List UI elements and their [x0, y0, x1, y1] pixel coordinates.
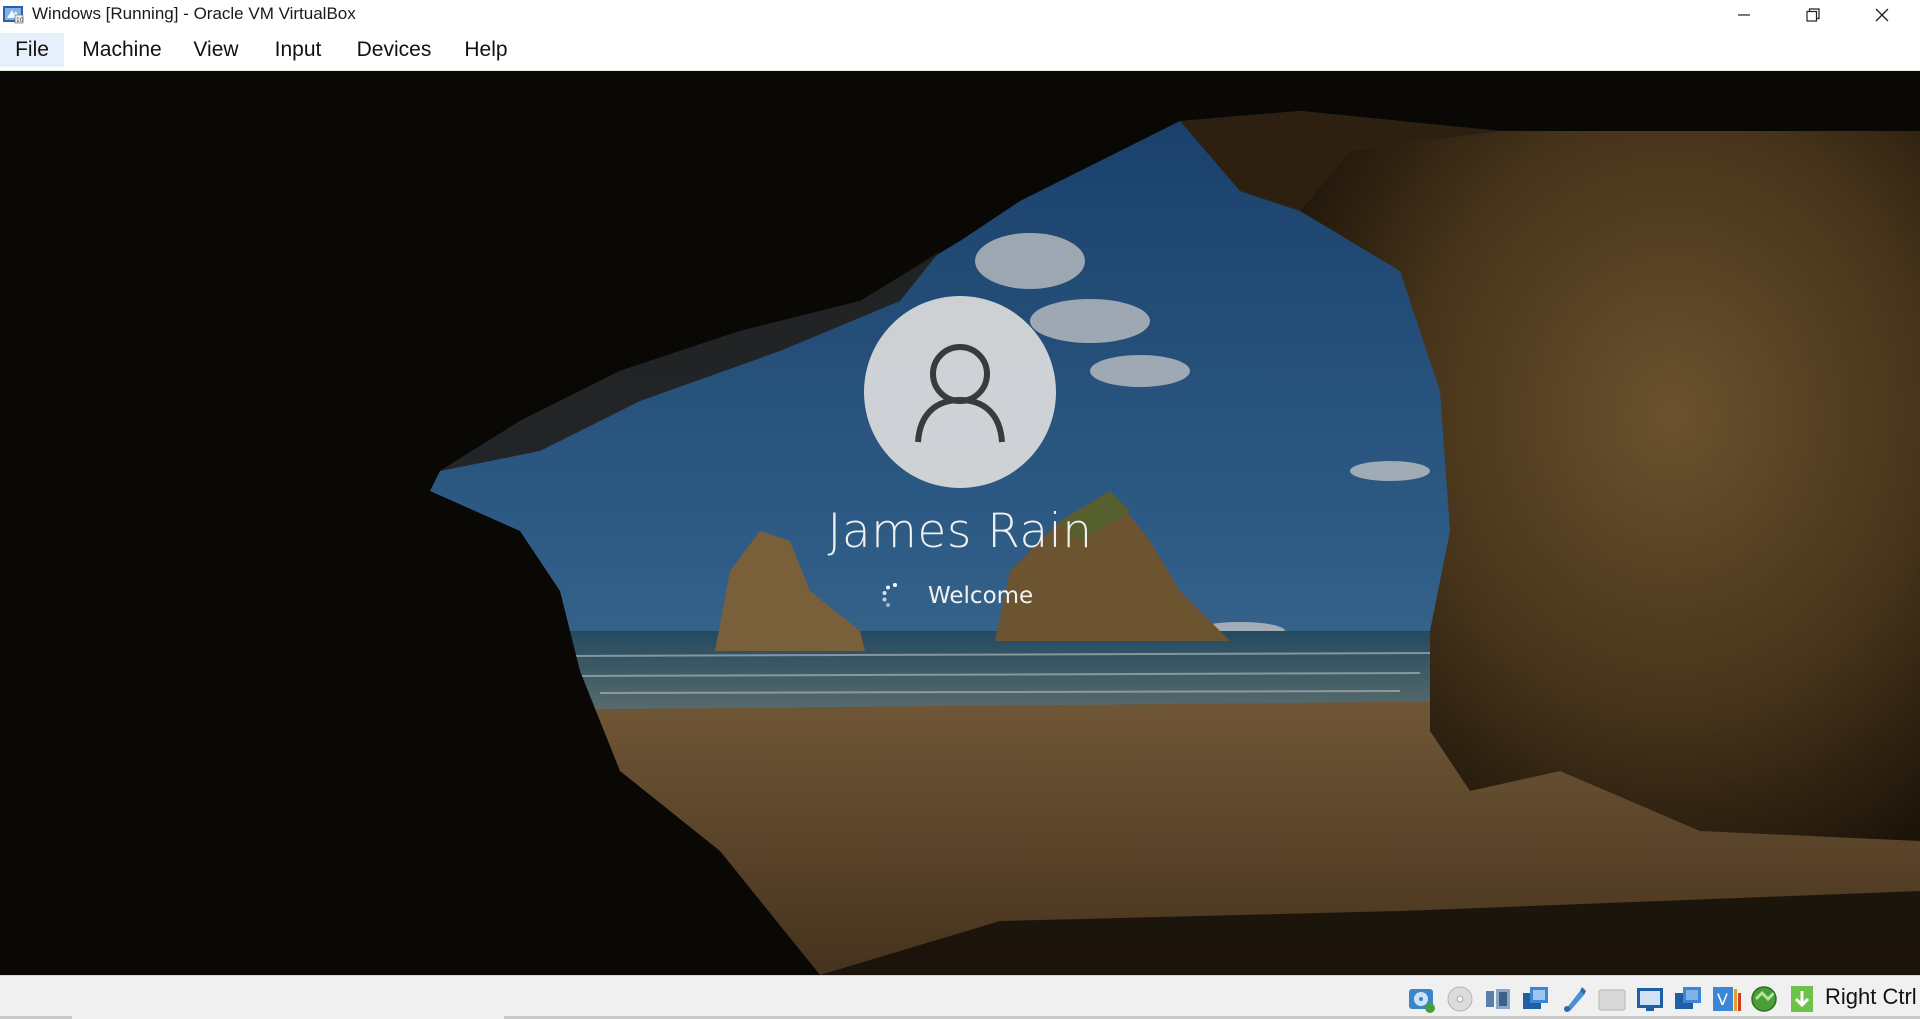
menu-file[interactable]: File	[0, 33, 64, 67]
recording-icon[interactable]	[1672, 983, 1704, 1015]
loading-spinner-icon	[882, 583, 897, 607]
shared-folders-icon[interactable]	[1596, 983, 1628, 1015]
host-key-label[interactable]: Right Ctrl	[1825, 984, 1917, 1010]
menu-bar: File Machine View Input Devices Help	[0, 29, 1920, 71]
menu-devices[interactable]: Devices	[346, 33, 442, 67]
restore-button[interactable]	[1779, 0, 1847, 29]
virtualbox-app-icon[interactable]: 10	[2, 3, 24, 25]
network-icon[interactable]	[1520, 983, 1552, 1015]
close-icon	[1875, 8, 1889, 21]
login-status: Welcome	[880, 581, 1033, 611]
user-silhouette-icon	[915, 344, 1005, 443]
title-bar: 10 Windows [Running] - Oracle VM Virtual…	[0, 0, 1920, 29]
status-bar: V Right Ctrl	[0, 975, 1920, 1019]
virtualization-icon[interactable]: V	[1710, 983, 1742, 1015]
vm-display[interactable]: James Rain Welcome	[0, 71, 1920, 975]
menu-input[interactable]: Input	[262, 33, 334, 67]
login-user-name: James Rain	[827, 504, 1093, 559]
usb-icon[interactable]	[1558, 983, 1590, 1015]
window-title: Windows [Running] - Oracle VM VirtualBox	[32, 4, 356, 23]
menu-help[interactable]: Help	[454, 33, 518, 67]
restore-icon	[1806, 7, 1820, 22]
hard-disk-icon[interactable]	[1406, 983, 1438, 1015]
cpu-activity-icon[interactable]	[1748, 983, 1780, 1015]
close-button[interactable]	[1848, 0, 1916, 29]
menu-machine[interactable]: Machine	[70, 33, 174, 67]
optical-drive-icon[interactable]	[1444, 983, 1476, 1015]
menu-view[interactable]: View	[182, 33, 250, 67]
user-avatar	[864, 296, 1056, 488]
audio-icon[interactable]	[1482, 983, 1514, 1015]
minimize-icon	[1738, 13, 1750, 16]
minimize-button[interactable]	[1710, 0, 1778, 29]
svg-text:10: 10	[16, 17, 24, 24]
mouse-integration-icon[interactable]	[1786, 983, 1818, 1015]
welcome-text: Welcome	[928, 583, 1034, 609]
svg-text:V: V	[1717, 990, 1728, 1009]
display-icon[interactable]	[1634, 983, 1666, 1015]
